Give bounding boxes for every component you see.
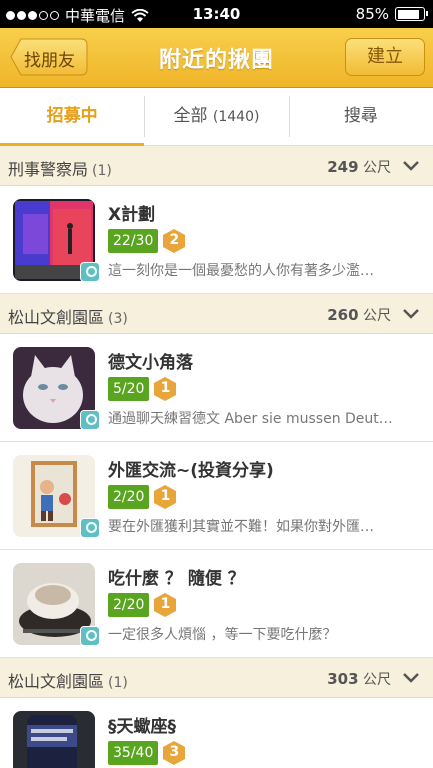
- group-list: 刑事警察局 (1) 249 公尺 X計劃 22/30 2 這一刻你是一個最憂愁的…: [0, 146, 433, 768]
- tab-all-count: (1440): [212, 109, 260, 125]
- group-title: §天蠍座§: [108, 717, 176, 737]
- battery-level: [397, 9, 419, 19]
- group-thumbnail: [13, 711, 95, 768]
- chevron-down-icon: [403, 309, 419, 319]
- status-bar: 中華電信 13:40 85%: [0, 0, 433, 28]
- location-distance: 260 公尺: [327, 306, 391, 324]
- group-description: 要在外匯獲利其實並不難！如果你對外匯…: [108, 519, 374, 535]
- member-count-badge: 5/20: [108, 377, 150, 401]
- member-count-badge: 35/40: [108, 741, 159, 765]
- location-header[interactable]: 松山文創園區 (1) 303 公尺: [0, 658, 433, 698]
- chevron-down-icon: [403, 161, 419, 171]
- tab-recruiting[interactable]: 招募中: [0, 88, 145, 146]
- group-description: 通過聊天練習德文 Aber sie mussen Deut…: [108, 411, 393, 427]
- location-distance: 303 公尺: [327, 670, 391, 688]
- location-name: 松山文創園區 (1): [8, 672, 128, 691]
- tab-search-label: 搜尋: [343, 106, 378, 126]
- chevron-down-icon: [403, 673, 419, 683]
- member-count-badge: 2/20: [108, 485, 150, 509]
- create-button[interactable]: 建立: [345, 38, 425, 76]
- location-name: 松山文創園區 (3): [8, 308, 128, 327]
- location-name: 刑事警察局 (1): [8, 160, 112, 179]
- navigation-bar: 找朋友 附近的揪團 建立: [0, 28, 433, 88]
- location-group-count: (1): [108, 675, 128, 691]
- location-pin-icon: [80, 410, 100, 430]
- battery-icon: [395, 7, 428, 21]
- member-count-badge: 2/20: [108, 593, 150, 617]
- level-badge: 2: [163, 229, 186, 253]
- location-header[interactable]: 刑事警察局 (1) 249 公尺: [0, 146, 433, 186]
- list-item[interactable]: 吃什麼 ？ 隨便 ？ 2/20 1 一定很多人煩惱 ，等一下要吃什麼？: [0, 550, 433, 658]
- group-badges: 5/20 1: [108, 377, 177, 401]
- tab-search[interactable]: 搜尋: [288, 88, 433, 145]
- location-header[interactable]: 松山文創園區 (3) 260 公尺: [0, 294, 433, 334]
- battery-percent: 85%: [355, 5, 389, 23]
- level-badge: 1: [154, 377, 177, 401]
- tab-bar: 招募中 全部 (1440) 搜尋: [0, 88, 433, 146]
- group-badges: 2/20 1: [108, 485, 177, 509]
- tab-all-label: 全部: [173, 106, 208, 126]
- location-group-count: (1): [92, 163, 112, 179]
- list-item[interactable]: 外匯交流~(投資分享) 2/20 1 要在外匯獲利其實並不難！如果你對外匯…: [0, 442, 433, 550]
- location-pin-icon: [80, 626, 100, 646]
- location-distance: 249 公尺: [327, 158, 391, 176]
- group-title: X計劃: [108, 205, 156, 225]
- group-title: 外匯交流~(投資分享): [108, 461, 274, 481]
- group-description: 一定很多人煩惱 ，等一下要吃什麼？: [108, 627, 337, 643]
- group-title: 德文小角落: [108, 353, 193, 373]
- location-pin-icon: [80, 518, 100, 538]
- list-item[interactable]: §天蠍座§ 35/40 3: [0, 698, 433, 768]
- battery-status: 85%: [355, 5, 428, 23]
- level-badge: 1: [154, 485, 177, 509]
- group-badges: 2/20 1: [108, 593, 177, 617]
- location-pin-icon: [80, 262, 100, 282]
- group-badges: 35/40 3: [108, 741, 186, 765]
- group-description: 這一刻你是一個最憂愁的人你有著多少濫…: [108, 263, 374, 279]
- tab-all[interactable]: 全部 (1440): [144, 88, 288, 145]
- group-badges: 22/30 2: [108, 229, 186, 253]
- list-item[interactable]: 德文小角落 5/20 1 通過聊天練習德文 Aber sie mussen De…: [0, 334, 433, 442]
- list-item[interactable]: X計劃 22/30 2 這一刻你是一個最憂愁的人你有著多少濫…: [0, 186, 433, 294]
- group-title: 吃什麼 ？ 隨便 ？: [108, 569, 245, 589]
- level-badge: 1: [154, 593, 177, 617]
- tab-recruiting-label: 招募中: [46, 106, 98, 126]
- level-badge: 3: [163, 741, 186, 765]
- member-count-badge: 22/30: [108, 229, 159, 253]
- location-group-count: (3): [108, 311, 128, 327]
